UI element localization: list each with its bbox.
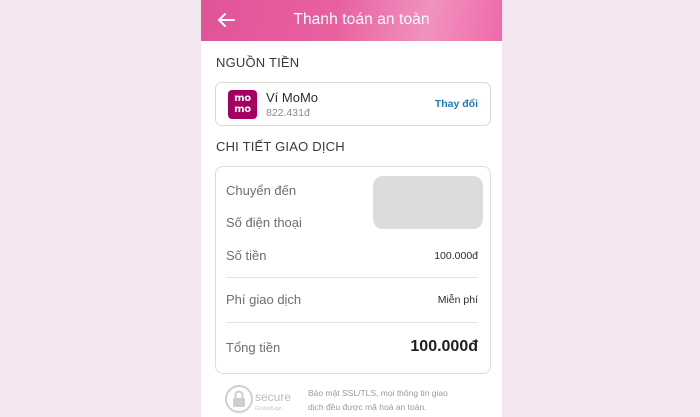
amount-label: Số tiền <box>226 248 267 263</box>
funding-source-heading: NGUỒN TIỀN <box>216 55 300 70</box>
phone-number-label: Số điện thoại <box>226 215 302 230</box>
secure-badge-text: secure <box>255 390 291 404</box>
momo-logo: mo mo <box>228 90 257 119</box>
transaction-details-heading: CHI TIẾT GIAO DỊCH <box>216 139 345 154</box>
transfer-to-label: Chuyển đến <box>226 183 297 198</box>
wallet-balance: 822.431đ <box>266 107 310 119</box>
secure-badge-subtext: GlobalSign <box>255 406 282 412</box>
arrow-left-icon[interactable] <box>215 9 237 31</box>
divider <box>226 277 478 278</box>
security-note-line: dịch đều được mã hoá an toàn. <box>308 402 427 412</box>
transaction-details-card: Chuyển đến Số điện thoại Số tiền 100.000… <box>215 166 491 374</box>
total-value: 100.000đ <box>410 338 478 355</box>
security-note-line: Bảo mật SSL/TLS, mọi thông tin giao <box>308 388 448 398</box>
change-source-button[interactable]: Thay đổi <box>435 98 478 110</box>
redacted-recipient-info <box>373 176 483 229</box>
amount-value: 100.000đ <box>434 250 478 262</box>
header-bar: Thanh toán an toàn <box>201 0 502 41</box>
payment-screen: Thanh toán an toàn NGUỒN TIỀN mo mo Ví Mo… <box>201 0 502 417</box>
page-title: Thanh toán an toàn <box>293 11 430 28</box>
fee-value: Miễn phí <box>437 294 478 306</box>
security-note: Bảo mật SSL/TLS, mọi thông tin giao dịch… <box>308 386 488 414</box>
wallet-name: Ví MoMo <box>266 90 319 105</box>
secure-badge-icon: secure GlobalSign <box>225 385 291 413</box>
divider <box>226 322 478 323</box>
total-label: Tổng tiền <box>226 340 281 355</box>
fee-label: Phí giao dịch <box>226 292 302 307</box>
funding-source-card: mo mo Ví MoMo 822.431đ Thay đổi <box>215 82 491 126</box>
